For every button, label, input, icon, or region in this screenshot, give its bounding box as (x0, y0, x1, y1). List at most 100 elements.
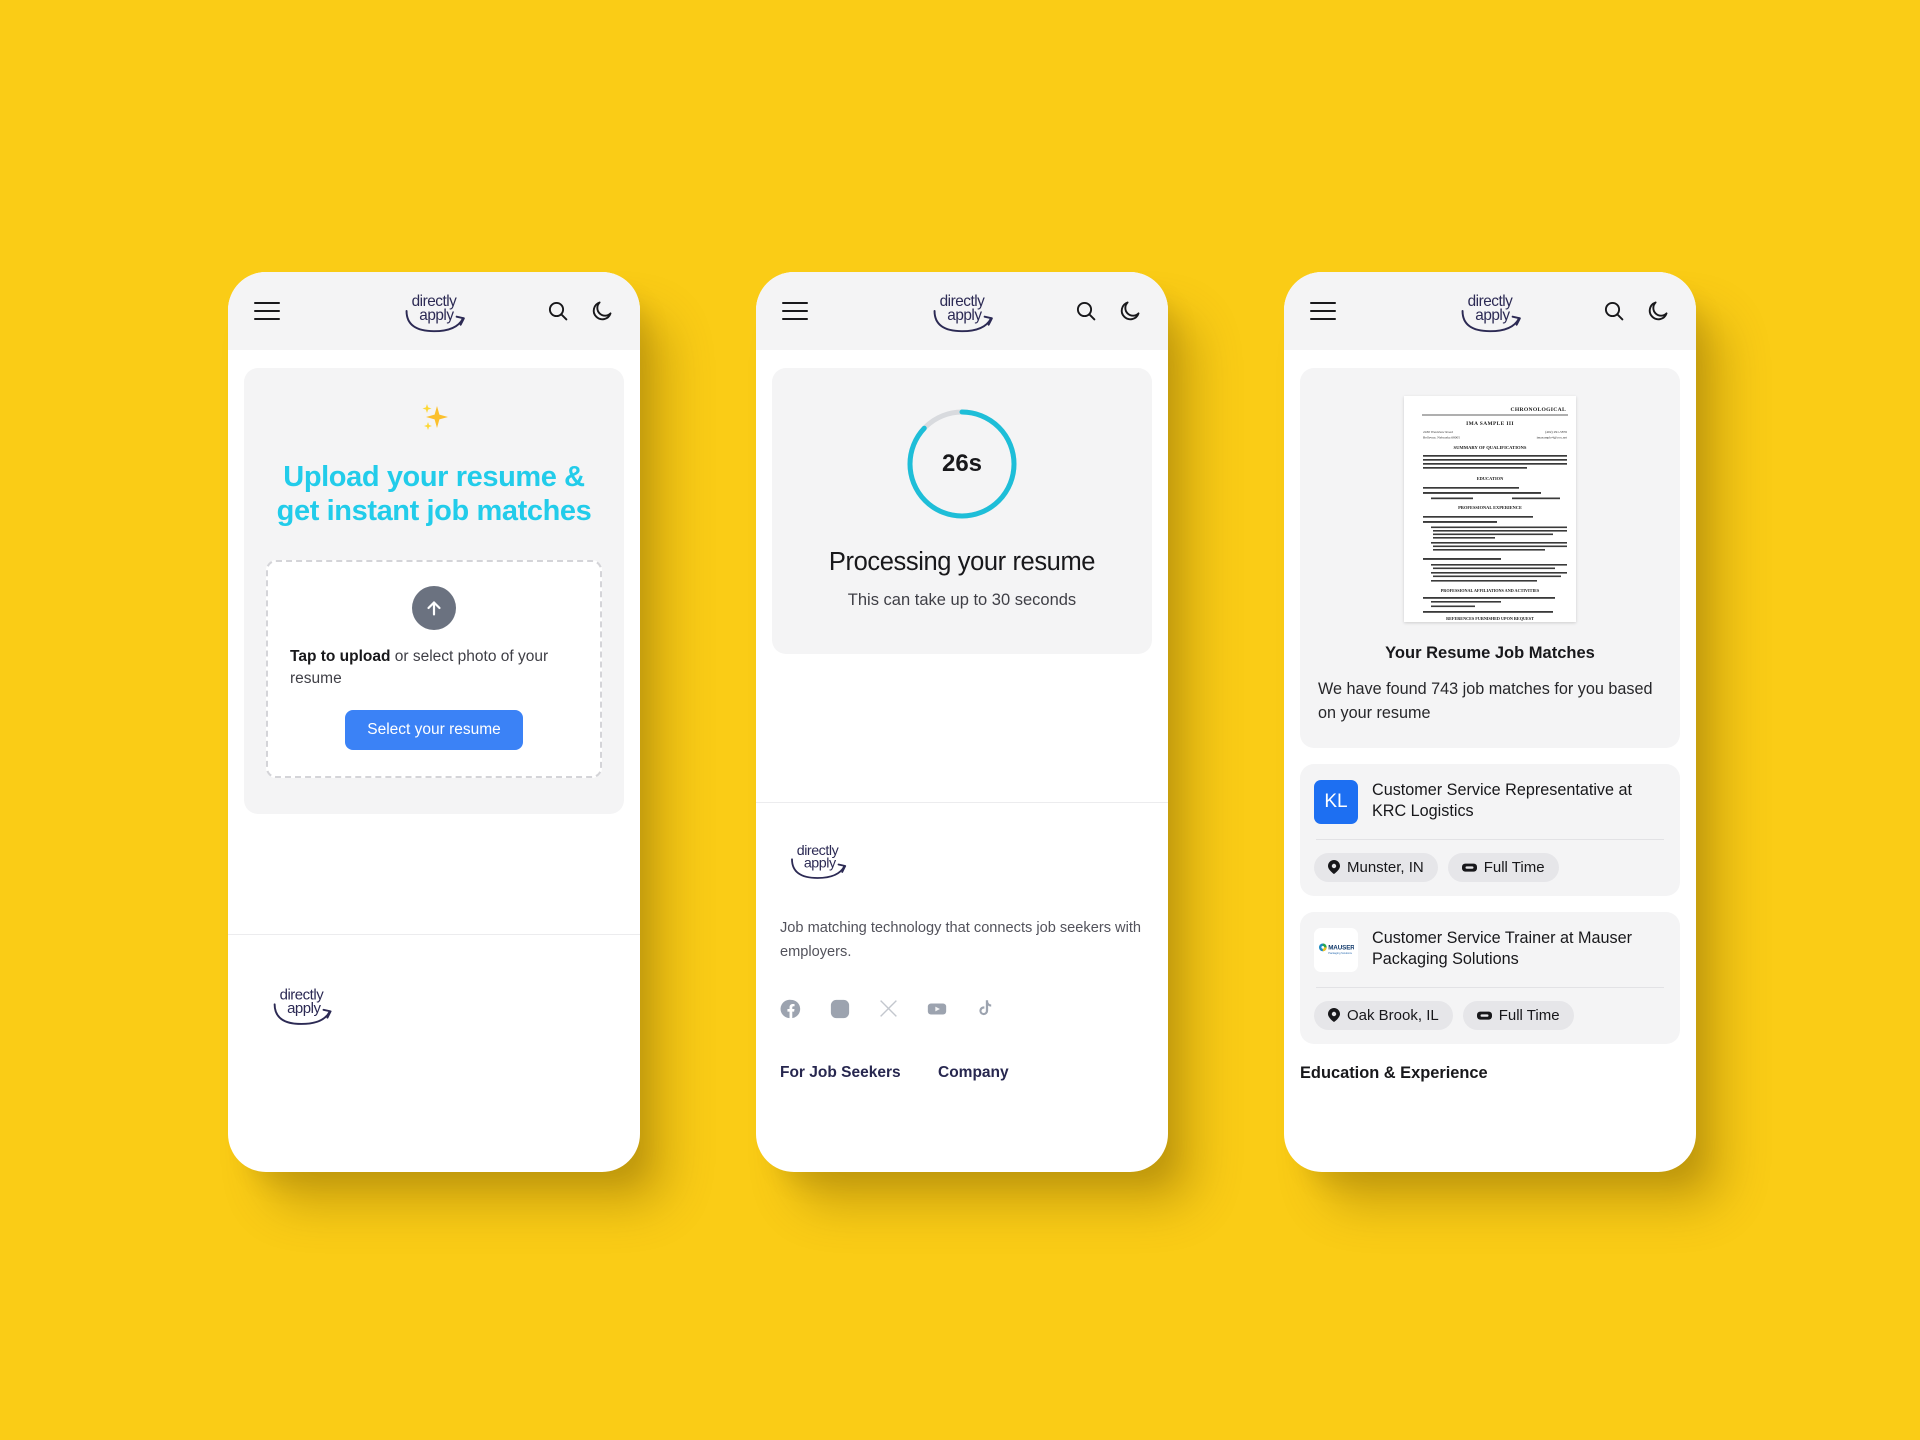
matches-title: Your Resume Job Matches (1385, 644, 1595, 662)
matches-screen-body: CHRONOLOGICAL IMA SAMPLE III 2430 Westvi… (1284, 350, 1696, 1083)
x-twitter-icon[interactable] (878, 998, 899, 1019)
svg-text:Packaging Solutions: Packaging Solutions (1328, 951, 1352, 955)
app-header: directly apply (228, 272, 640, 350)
upload-hero-card: Upload your resume & get instant job mat… (244, 368, 624, 815)
job-location-chip: Munster, IN (1314, 852, 1438, 882)
brand-logo[interactable]: directly apply (1448, 289, 1532, 333)
header-actions (1074, 299, 1142, 323)
job-location-text: Munster, IN (1347, 858, 1424, 876)
svg-text:CHRONOLOGICAL: CHRONOLOGICAL (1511, 407, 1567, 413)
page-title: Upload your resume & get instant job mat… (276, 461, 592, 528)
footer-columns: For Job Seekers Company (780, 1064, 1144, 1082)
processing-heading: Processing your resume (828, 548, 1096, 576)
header-actions (1602, 299, 1670, 323)
select-resume-button[interactable]: Select your resume (345, 710, 523, 751)
moon-icon[interactable] (1646, 299, 1670, 323)
search-icon[interactable] (546, 299, 570, 323)
sparkles-icon (266, 398, 602, 444)
map-pin-icon (1328, 860, 1340, 875)
moon-icon[interactable] (590, 299, 614, 323)
resume-document-thumbnail[interactable]: CHRONOLOGICAL IMA SAMPLE III 2430 Westvi… (1404, 396, 1576, 622)
header-actions (546, 299, 614, 323)
job-meta-chips: Oak Brook, IL Full Time (1314, 1000, 1666, 1030)
phone-mockup-matches: directly apply CHRONOLOGICAL IMA SAMPLE … (1284, 272, 1696, 1172)
footer-column-title: For Job Seekers (780, 1063, 901, 1081)
facebook-icon[interactable] (780, 998, 802, 1020)
job-card[interactable]: MAUSER Packaging Solutions Customer Serv… (1300, 911, 1680, 1044)
search-icon[interactable] (1602, 299, 1626, 323)
svg-text:apply: apply (1475, 307, 1510, 324)
spacer (756, 654, 1168, 802)
resume-preview-card: CHRONOLOGICAL IMA SAMPLE III 2430 Westvi… (1300, 368, 1680, 748)
job-card-header: KL Customer Service Representative at KR… (1314, 779, 1666, 824)
progress-ring: 26s (904, 406, 1020, 522)
briefcase-icon (1476, 1011, 1492, 1020)
company-logo: MAUSER Packaging Solutions (1314, 927, 1358, 972)
job-type-chip: Full Time (1447, 852, 1559, 882)
svg-text:apply: apply (419, 307, 454, 324)
next-section-title: Education & Experience (1300, 1063, 1488, 1082)
job-card[interactable]: KL Customer Service Representative at KR… (1300, 763, 1680, 896)
hamburger-menu-icon[interactable] (782, 302, 808, 320)
resume-dropzone[interactable]: Tap to upload or select photo of your re… (266, 560, 602, 779)
briefcase-icon (1461, 863, 1477, 872)
tiktok-icon[interactable] (975, 998, 996, 1019)
hamburger-menu-icon[interactable] (254, 302, 280, 320)
footer-column: For Job Seekers (780, 1064, 938, 1082)
svg-text:MAUSER: MAUSER (1328, 944, 1354, 951)
screenshot-stage: directly apply Upload your resume & get … (0, 0, 1920, 1440)
brand-logo[interactable]: directly apply (392, 289, 476, 333)
svg-text:PROFESSIONAL EXPERIENCE: PROFESSIONAL EXPERIENCE (1458, 505, 1522, 510)
spacer (228, 814, 640, 935)
hamburger-menu-icon[interactable] (1310, 302, 1336, 320)
instagram-icon[interactable] (829, 998, 851, 1020)
divider (1316, 986, 1664, 988)
footer: directly apply (228, 935, 640, 1074)
footer-brand-logo[interactable]: directly apply (780, 839, 858, 880)
search-icon[interactable] (1074, 299, 1098, 323)
svg-text:PROFESSIONAL AFFILIATIONS AND: PROFESSIONAL AFFILIATIONS AND ACTIVITIES (1441, 588, 1540, 593)
footer: directly apply Job matching technology t… (756, 803, 1168, 1082)
footer-brand-logo[interactable]: directly apply (262, 983, 344, 1026)
footer-column: Company (938, 1064, 1009, 1082)
job-card-header: MAUSER Packaging Solutions Customer Serv… (1314, 927, 1666, 972)
timer-value: 26s (941, 450, 983, 477)
job-title: Customer Service Representative at KRC L… (1372, 780, 1633, 821)
youtube-icon[interactable] (926, 998, 948, 1020)
upload-screen-body: Upload your resume & get instant job mat… (228, 350, 640, 815)
company-logo: KL (1314, 779, 1358, 824)
svg-text:REFERENCES FURNISHED UPON REQU: REFERENCES FURNISHED UPON REQUEST (1446, 616, 1534, 621)
svg-text:2430 Westview Road: 2430 Westview Road (1423, 430, 1453, 434)
svg-text:SUMMARY OF QUALIFICATIONS: SUMMARY OF QUALIFICATIONS (1454, 445, 1527, 450)
svg-text:IMA SAMPLE III: IMA SAMPLE III (1466, 421, 1514, 427)
svg-text:(402) 291-5876: (402) 291-5876 (1545, 430, 1567, 434)
upload-arrow-circle-icon (412, 586, 456, 631)
svg-text:apply: apply (287, 1000, 321, 1017)
processing-card: 26s Processing your resume This can take… (772, 368, 1152, 654)
app-header: directly apply (756, 272, 1168, 350)
svg-text:EDUCATION: EDUCATION (1477, 476, 1504, 481)
job-location-text: Oak Brook, IL (1347, 1006, 1439, 1024)
dropzone-hint: Tap to upload or select photo of your re… (290, 646, 578, 690)
footer-column-title: Company (938, 1063, 1009, 1081)
social-links (780, 998, 1144, 1020)
job-location-chip: Oak Brook, IL (1314, 1000, 1453, 1030)
app-header: directly apply (1284, 272, 1696, 350)
brand-logo[interactable]: directly apply (920, 289, 1004, 333)
svg-text:apply: apply (947, 307, 982, 324)
job-type-chip: Full Time (1462, 1000, 1574, 1030)
processing-subheading: This can take up to 30 seconds (847, 591, 1077, 609)
job-meta-chips: Munster, IN Full Time (1314, 852, 1666, 882)
processing-screen-body: 26s Processing your resume This can take… (756, 350, 1168, 654)
job-type-text: Full Time (1498, 1006, 1560, 1024)
footer-tagline: Job matching technology that connects jo… (780, 919, 1141, 960)
matches-subtitle: We have found 743 job matches for you ba… (1318, 680, 1653, 723)
divider (1316, 838, 1664, 840)
phone-mockup-processing: directly apply 26s Processing your resum… (756, 272, 1168, 1172)
job-title: Customer Service Trainer at Mauser Packa… (1372, 928, 1632, 969)
job-type-text: Full Time (1483, 858, 1545, 876)
dropzone-hint-strong: Tap to upload (290, 648, 391, 666)
map-pin-icon (1328, 1008, 1340, 1023)
moon-icon[interactable] (1118, 299, 1142, 323)
phone-mockup-upload: directly apply Upload your resume & get … (228, 272, 640, 1172)
